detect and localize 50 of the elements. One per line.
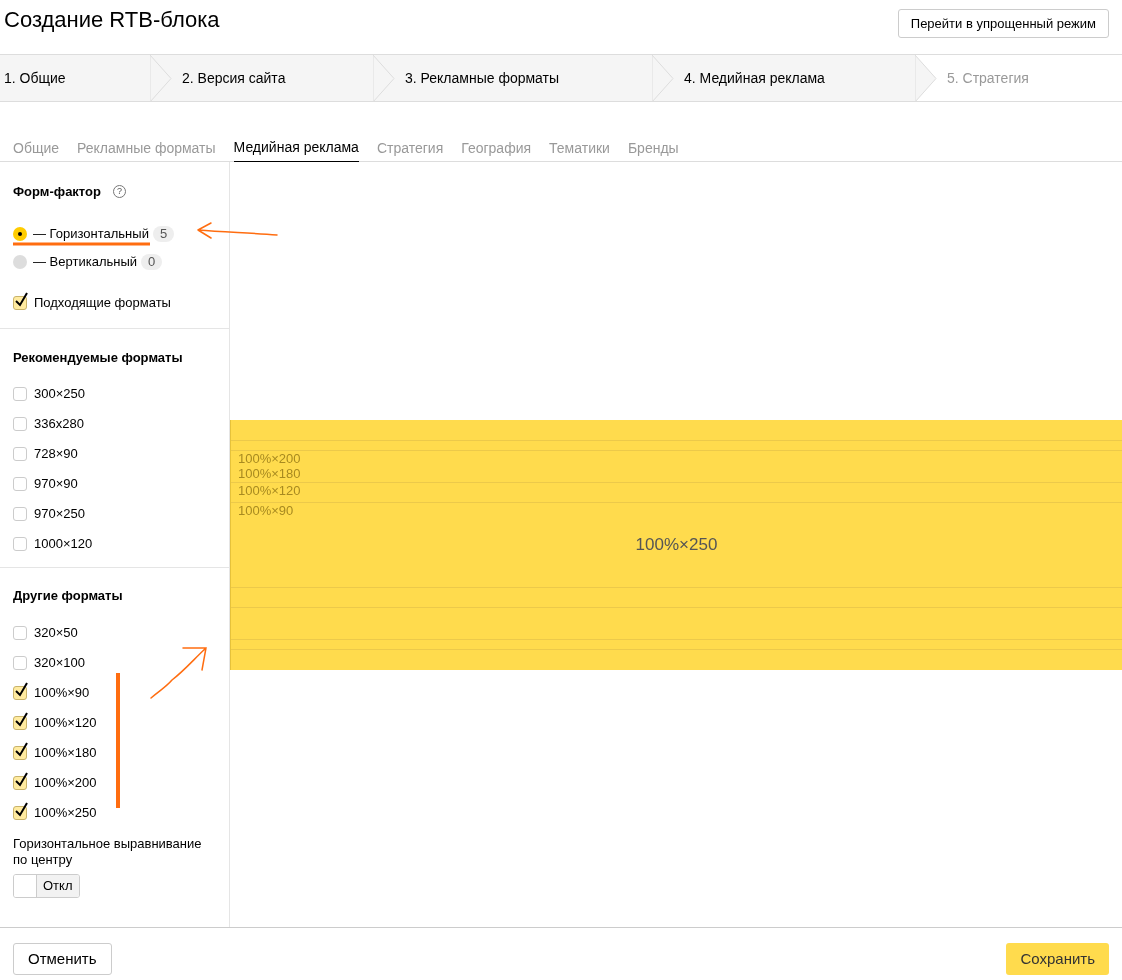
checkbox-label: 970×90 — [34, 475, 78, 494]
checkbox-label: 100%×250 — [34, 803, 97, 822]
format-label: 100%×90 — [238, 504, 294, 518]
radio-label: — Горизонтальный — [33, 226, 149, 241]
tab[interactable]: Медийная реклама — [233, 132, 359, 162]
checkbox[interactable] — [13, 745, 27, 760]
checkbox-label: 320×50 — [34, 623, 78, 642]
checkbox[interactable] — [13, 805, 27, 820]
checkbox[interactable] — [13, 387, 27, 401]
format-label: 100%×180 — [238, 467, 301, 481]
checkbox[interactable] — [13, 715, 27, 730]
checkbox[interactable] — [13, 477, 27, 491]
page-title: Создание RTB-блока — [4, 6, 220, 34]
checkbox[interactable] — [13, 295, 27, 310]
checkbox-label: 100%×120 — [34, 713, 97, 732]
cancel-button[interactable]: Отменить — [13, 943, 112, 975]
radio-button[interactable] — [13, 254, 27, 269]
section-heading: Форм-фактор — [13, 183, 101, 201]
checkbox-label: 728×90 — [34, 445, 78, 464]
count-badge: 0 — [141, 253, 163, 270]
checkbox[interactable] — [13, 685, 27, 700]
simple-mode-button[interactable]: Перейти в упрощенный режим — [897, 9, 1109, 38]
annotation-arrow — [150, 647, 207, 699]
checkbox-label: 100%×180 — [34, 743, 97, 762]
checkbox[interactable] — [13, 655, 27, 670]
section-heading: Рекомендуемые форматы — [13, 348, 184, 367]
checkbox[interactable] — [13, 537, 27, 551]
checkbox-label: 1000×120 — [34, 535, 93, 554]
section-heading: Другие форматы — [13, 587, 124, 605]
checkbox-label: 100%×200 — [34, 773, 97, 792]
checkbox[interactable] — [13, 417, 27, 431]
checkbox-label: 100%×90 — [34, 683, 90, 702]
radio-label: — Вертикальный — [33, 254, 138, 269]
format-label: 100%×200 — [238, 452, 301, 466]
radio-button[interactable] — [13, 226, 27, 241]
count-badge: 5 — [152, 225, 175, 242]
checkbox-label: 320×100 — [34, 653, 85, 672]
checkbox[interactable] — [13, 447, 27, 461]
save-button[interactable]: Сохранить — [1006, 943, 1109, 975]
checkbox[interactable] — [13, 775, 27, 790]
checkbox-label: Подходящие форматы — [34, 293, 171, 312]
checkbox[interactable] — [13, 507, 27, 521]
format-label: 100%×250 — [635, 534, 718, 557]
alignment-label: Горизонтальное выравнивание по центру — [13, 835, 203, 868]
checkbox[interactable] — [13, 625, 27, 640]
toggle-switch[interactable]: Откл — [13, 873, 80, 898]
checkbox-label: 300×250 — [34, 385, 85, 404]
checkbox-label: 970×250 — [34, 505, 85, 524]
checkbox-label: 336x280 — [34, 415, 84, 434]
format-label: 100%×120 — [238, 484, 301, 498]
